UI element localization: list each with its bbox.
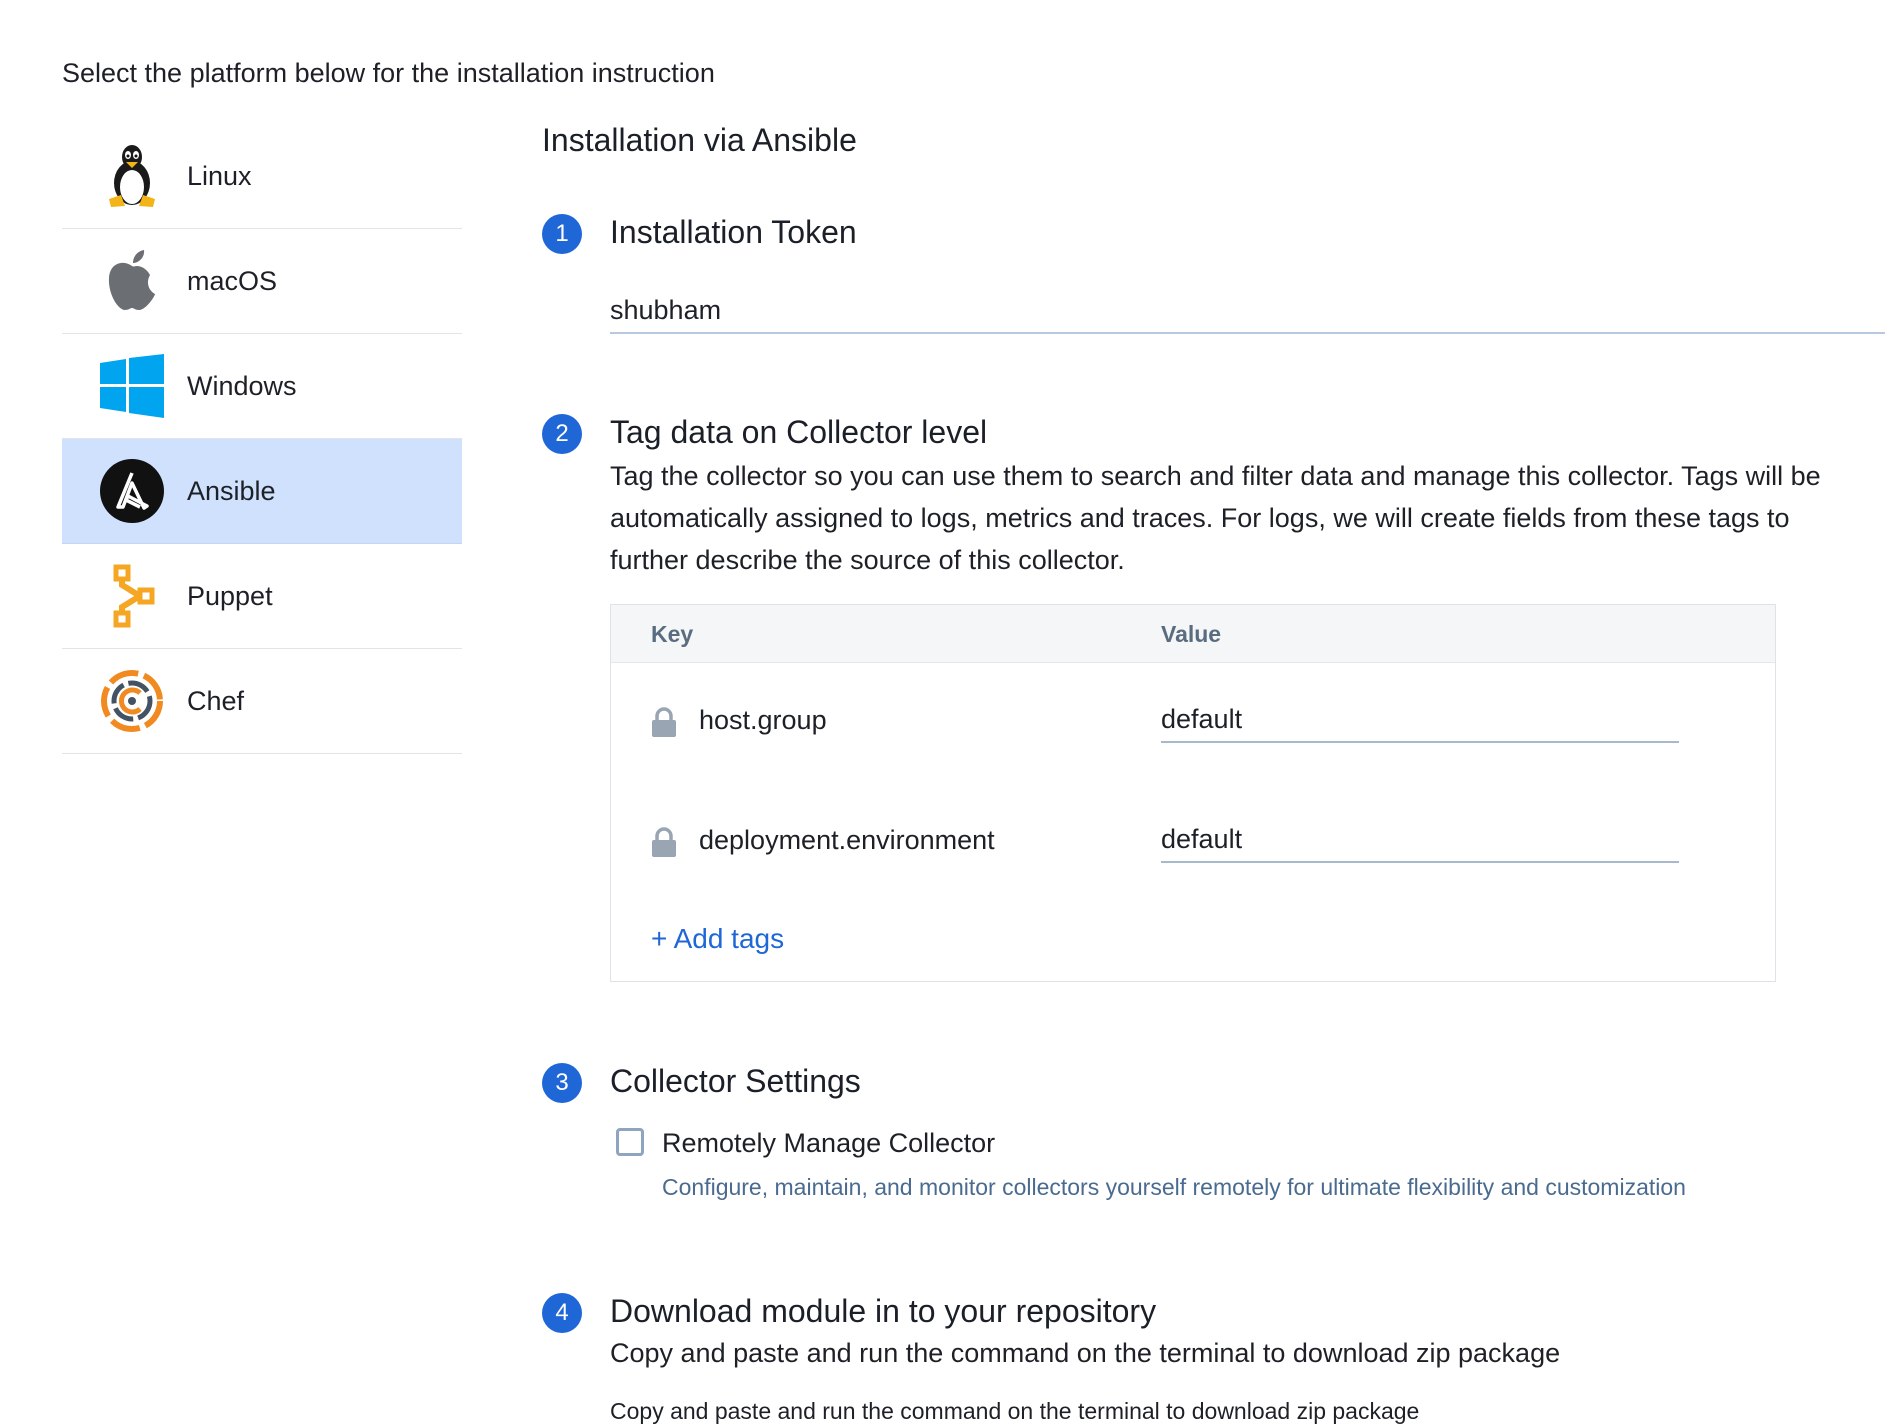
table-row: deployment.environment bbox=[611, 817, 1775, 877]
platform-label: Windows bbox=[187, 370, 297, 401]
download-description: Copy and paste and run the command on th… bbox=[610, 1338, 1561, 1368]
table-row: host.group bbox=[611, 697, 1775, 757]
platform-item-linux[interactable]: Linux bbox=[62, 124, 462, 229]
apple-icon bbox=[99, 248, 165, 314]
step-4-badge: 4 bbox=[542, 1293, 582, 1333]
tag-key: deployment.environment bbox=[699, 825, 995, 855]
tags-table-header: Key Value bbox=[611, 605, 1775, 663]
platform-list: Linux macOS Windows Ansible Puppet Chef bbox=[62, 124, 462, 754]
tag-value-input[interactable] bbox=[1161, 817, 1679, 863]
remotely-manage-label[interactable]: Remotely Manage Collector bbox=[662, 1128, 995, 1159]
platform-item-chef[interactable]: Chef bbox=[62, 649, 462, 754]
platform-label: Linux bbox=[187, 160, 252, 191]
step-2-badge: 2 bbox=[542, 414, 582, 454]
key-column-header: Key bbox=[651, 621, 694, 647]
value-column-header: Value bbox=[1161, 621, 1222, 647]
platform-label: macOS bbox=[187, 265, 278, 296]
step-4-title: Download module in to your repository bbox=[610, 1293, 1157, 1329]
step-1-title: Installation Token bbox=[610, 214, 857, 250]
platform-label: Puppet bbox=[187, 580, 273, 611]
chef-icon bbox=[99, 668, 165, 734]
installation-token-input[interactable] bbox=[610, 288, 1885, 334]
page-title: Installation via Ansible bbox=[542, 122, 857, 158]
platform-item-windows[interactable]: Windows bbox=[62, 334, 462, 439]
platform-select-instruction: Select the platform below for the instal… bbox=[62, 58, 715, 88]
platform-item-ansible[interactable]: Ansible bbox=[62, 439, 462, 544]
lock-icon bbox=[651, 707, 677, 742]
linux-tux-icon bbox=[99, 143, 165, 209]
platform-item-macos[interactable]: macOS bbox=[62, 229, 462, 334]
add-tags-link[interactable]: + Add tags bbox=[651, 923, 784, 955]
tags-table: Key Value host.group deployment.environm… bbox=[610, 604, 1776, 982]
ansible-icon bbox=[99, 458, 165, 524]
lock-icon bbox=[651, 827, 677, 862]
step-3-badge: 3 bbox=[542, 1063, 582, 1103]
download-instruction: Copy and paste and run the command on th… bbox=[610, 1398, 1420, 1424]
tag-key: host.group bbox=[699, 705, 827, 735]
platform-label: Ansible bbox=[187, 475, 276, 506]
tag-value-input[interactable] bbox=[1161, 697, 1679, 743]
step-2-title: Tag data on Collector level bbox=[610, 414, 988, 450]
puppet-icon bbox=[99, 563, 165, 629]
platform-item-puppet[interactable]: Puppet bbox=[62, 544, 462, 649]
remotely-manage-help: Configure, maintain, and monitor collect… bbox=[662, 1174, 1686, 1200]
platform-label: Chef bbox=[187, 685, 245, 716]
step-3-title: Collector Settings bbox=[610, 1063, 861, 1099]
remotely-manage-checkbox[interactable] bbox=[616, 1128, 644, 1156]
step-1-badge: 1 bbox=[542, 214, 582, 254]
tags-description: Tag the collector so you can use them to… bbox=[610, 461, 1821, 575]
windows-icon bbox=[99, 353, 165, 419]
